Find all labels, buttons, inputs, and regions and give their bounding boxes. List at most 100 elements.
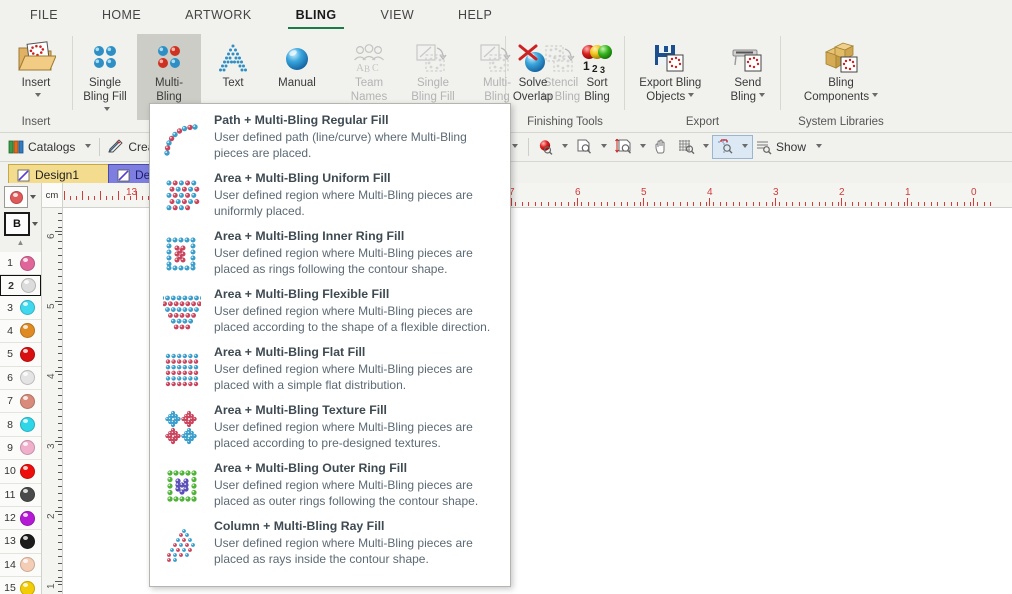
tab-bling[interactable]: BLING xyxy=(274,0,359,30)
single-bling-fill-button[interactable]: Single Bling Fill xyxy=(73,34,137,120)
palette-swatch-row[interactable]: 1 xyxy=(0,252,41,276)
menu-item-area-multi-bling-flexible-fill[interactable]: Area + Multi-Bling Flexible Fill User def… xyxy=(150,283,510,341)
ruler-tick xyxy=(58,409,62,410)
solve-overlap-button[interactable]: Solve Overlap xyxy=(501,34,565,106)
current-color-swatch[interactable] xyxy=(4,186,28,208)
bling-components-label: Bling Components xyxy=(804,77,879,104)
palette-swatch-row[interactable]: 6 xyxy=(0,366,41,390)
palette-scroll-up-arrow[interactable]: ▲ xyxy=(0,236,41,247)
ruler-tick xyxy=(58,311,62,312)
palette-swatch-row[interactable]: 13 xyxy=(0,530,41,554)
menu-item-path-multi-bling-regular-fill[interactable]: Path + Multi-Bling Regular Fill User defi… xyxy=(150,109,510,167)
ruler-tick xyxy=(58,269,62,270)
catalogs-dropdown-arrow[interactable] xyxy=(85,144,92,148)
menu-item-area-multi-bling-inner-ring-fill[interactable]: Area + Multi-Bling Inner Ring Fill User d… xyxy=(150,225,510,283)
tab-view[interactable]: VIEW xyxy=(358,0,436,30)
doc-tab-design1-label: Design1 xyxy=(35,168,80,182)
ruler-tick xyxy=(58,535,62,536)
ruler-tick xyxy=(58,318,62,319)
export-bling-objects-button[interactable]: Export Bling Objects xyxy=(625,34,716,106)
palette-swatch-row[interactable]: 14 xyxy=(0,553,41,578)
ruler-label: 1 xyxy=(46,583,57,589)
current-color-dropdown-arrow[interactable] xyxy=(30,195,36,199)
palette-swatch-row[interactable]: 5 xyxy=(0,343,41,367)
zoom-page-dropdown-arrow[interactable] xyxy=(600,144,607,148)
sort-bling-button[interactable]: 1 2 3 Sort Bling xyxy=(565,34,629,106)
ruler-tick xyxy=(594,202,595,206)
zoom-height-button[interactable] xyxy=(611,136,650,158)
ruler-tick xyxy=(82,191,83,200)
palette-swatch-row[interactable]: 4 xyxy=(0,319,41,344)
zoom-height-dropdown-arrow[interactable] xyxy=(639,144,646,148)
grid-button[interactable] xyxy=(674,136,713,158)
ruler-tick xyxy=(643,198,644,206)
palette-swatch-row[interactable]: 8 xyxy=(0,413,41,437)
tab-home[interactable]: HOME xyxy=(80,0,163,30)
ruler-tick xyxy=(673,202,674,206)
palette-swatch-row[interactable]: 10 xyxy=(0,460,41,484)
ruler-tick xyxy=(58,339,62,340)
menu-item-area-multi-bling-flat-fill[interactable]: Area + Multi-Bling Flat Fill User defined… xyxy=(150,341,510,399)
tab-file[interactable]: FILE xyxy=(8,0,80,30)
vertical-ruler[interactable]: 6 5 4 3 2 1 xyxy=(42,183,63,594)
bling-components-button[interactable]: Bling Components xyxy=(783,34,899,106)
ruler-tick xyxy=(759,202,760,206)
ruler-unit-label[interactable]: cm xyxy=(42,183,63,208)
palette-swatch-list[interactable]: 123456789101112131415161718 xyxy=(0,252,41,594)
palette-swatch-row[interactable]: 11 xyxy=(0,483,41,507)
zoom-page-button[interactable] xyxy=(572,136,611,158)
palette-swatch-row[interactable]: 2 xyxy=(0,275,41,297)
menu-item-column-multi-bling-ray-fill[interactable]: Column + Multi-Bling Ray Fill User define… xyxy=(150,515,510,573)
palette-swatch-row[interactable]: 3 xyxy=(0,296,41,320)
show-button[interactable]: Show xyxy=(752,136,826,158)
insert-dropdown-arrow[interactable] xyxy=(32,91,41,101)
toolbar-separator xyxy=(99,138,101,156)
ruler-tick xyxy=(106,196,107,200)
convert-single-icon xyxy=(413,38,453,74)
palette-mode-dropdown-arrow[interactable] xyxy=(32,222,38,226)
pan-button[interactable] xyxy=(650,136,674,158)
palette-swatch-number: 5 xyxy=(7,348,13,361)
menu-item-area-multi-bling-outer-ring-fill[interactable]: Area + Multi-Bling Outer Ring Fill User d… xyxy=(150,457,510,515)
sort-bling-123-icon: 1 2 3 xyxy=(579,38,615,74)
palette-mode-button[interactable]: B xyxy=(4,212,30,236)
menu-item-description: User defined region where Multi-Bling pi… xyxy=(214,536,473,566)
ruler-tick xyxy=(58,514,62,515)
ruler-tick xyxy=(58,381,62,382)
ruler-tick xyxy=(766,202,767,206)
ruler-tick xyxy=(977,202,978,206)
ruler-tick xyxy=(58,290,62,291)
menu-item-area-multi-bling-texture-fill[interactable]: Area + Multi-Bling Texture Fill User defi… xyxy=(150,399,510,457)
ruler-tick xyxy=(607,202,608,206)
menu-item-area-multi-bling-uniform-fill[interactable]: Area + Multi-Bling Uniform Fill User defi… xyxy=(150,167,510,225)
insert-button[interactable]: Insert xyxy=(0,34,72,103)
team-names-button[interactable]: A B C Team Names xyxy=(337,34,401,106)
red-bead-zoom-icon xyxy=(537,139,555,155)
ruler-tick xyxy=(957,202,958,206)
palette-swatch-row[interactable]: 12 xyxy=(0,506,41,531)
show-dropdown-arrow[interactable] xyxy=(816,144,822,148)
palette-swatch-row[interactable]: 9 xyxy=(0,436,41,461)
toolbar-overflow-arrow[interactable] xyxy=(511,144,518,148)
tab-help[interactable]: HELP xyxy=(436,0,514,30)
ruler-tick xyxy=(58,255,62,256)
zoom-selection-button[interactable] xyxy=(711,135,753,159)
text-button[interactable]: Text xyxy=(201,34,265,93)
send-bling-button[interactable]: Send Bling xyxy=(716,34,780,106)
menu-item-text: Area + Multi-Bling Uniform Fill User defi… xyxy=(214,171,500,219)
tab-artwork[interactable]: ARTWORK xyxy=(163,0,273,30)
ruler-tick xyxy=(792,202,793,206)
sort-bling-label: Sort Bling xyxy=(584,77,610,103)
ribbon-group-system-libraries: Bling Components System Libraries xyxy=(781,30,901,132)
palette-swatch-row[interactable]: 15 xyxy=(0,577,41,594)
menu-item-title: Area + Multi-Bling Flat Fill xyxy=(214,345,366,359)
grid-dropdown-arrow[interactable] xyxy=(702,144,709,148)
palette-swatch-row[interactable]: 7 xyxy=(0,389,41,414)
color-zoom-button[interactable] xyxy=(533,136,572,158)
ruler-tick xyxy=(118,191,119,200)
ruler-tick xyxy=(142,196,143,200)
color-zoom-dropdown-arrow[interactable] xyxy=(561,144,568,148)
manual-button[interactable]: Manual xyxy=(265,34,329,93)
multi-bling-fill-dropdown-menu[interactable]: Path + Multi-Bling Regular Fill User defi… xyxy=(149,103,511,587)
zoom-selection-dropdown-arrow[interactable] xyxy=(741,144,748,148)
